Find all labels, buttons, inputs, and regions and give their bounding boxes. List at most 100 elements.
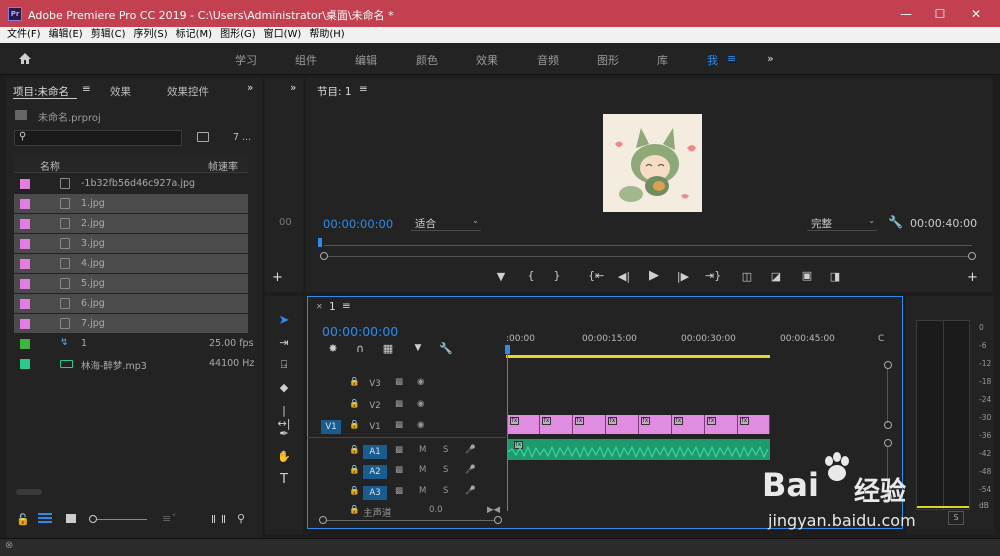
track-name-a3[interactable]: A3: [363, 486, 387, 500]
sequence-tab-title[interactable]: 1: [329, 301, 336, 313]
zoom-slider-track[interactable]: [97, 519, 147, 520]
tab-effect-controls[interactable]: 效果控件: [167, 84, 209, 99]
new-bin-icon[interactable]: [197, 132, 209, 142]
comparison-view-icon[interactable]: ◨: [828, 270, 842, 283]
close-tab-icon[interactable]: ✕: [316, 302, 323, 311]
workspace-tab-graphics[interactable]: 图形: [597, 52, 619, 68]
work-area-bar[interactable]: [506, 355, 770, 358]
project-item-0[interactable]: -1b32fb56d46c927a.jpg: [14, 174, 248, 193]
column-name-header[interactable]: 名称: [40, 158, 60, 173]
workspace-tab-editing[interactable]: 编辑: [355, 52, 377, 68]
audio-clip[interactable]: fx: [508, 439, 770, 460]
timeline-zoom-handle-left[interactable]: [319, 516, 327, 524]
mute-button[interactable]: M: [419, 465, 426, 475]
project-item-2[interactable]: 2.jpg: [14, 214, 248, 233]
sync-lock-icon[interactable]: ▩: [395, 486, 403, 496]
project-item-3[interactable]: 3.jpg: [14, 234, 248, 253]
minimize-button[interactable]: —: [896, 6, 916, 22]
program-add-button[interactable]: +: [967, 270, 978, 285]
audio-vscroll-top-handle[interactable]: [884, 439, 892, 447]
menu-edit[interactable]: 编辑(E): [45, 27, 87, 43]
workspace-tab-effects[interactable]: 效果: [476, 52, 498, 68]
resolution-dropdown[interactable]: 完整 ⌄: [807, 215, 877, 231]
project-hscrollbar[interactable]: [16, 489, 42, 495]
sync-lock-icon[interactable]: ▩: [395, 399, 403, 409]
sync-lock-icon[interactable]: ▩: [395, 377, 403, 387]
zoom-slider-handle[interactable]: [89, 515, 97, 523]
menu-file[interactable]: 文件(F): [0, 27, 45, 43]
tab-effects[interactable]: 效果: [110, 84, 131, 99]
sync-lock-icon[interactable]: ▩: [395, 465, 403, 475]
zoom-handle-left[interactable]: [320, 252, 328, 260]
workspace-tab-assembly[interactable]: 组件: [295, 52, 317, 68]
add-marker-timeline-icon[interactable]: ▼: [411, 343, 425, 353]
add-marker-icon[interactable]: ▼: [494, 270, 508, 283]
track-name-a1[interactable]: A1: [363, 445, 387, 459]
play-button[interactable]: ▶: [647, 268, 661, 283]
home-icon[interactable]: [18, 52, 32, 65]
video-clip-0[interactable]: fx: [508, 415, 540, 434]
timeline-settings-icon[interactable]: 🔧: [439, 342, 453, 355]
settings-wrench-icon[interactable]: 🔧: [888, 215, 903, 229]
video-clip-7[interactable]: fx: [738, 415, 770, 434]
panel-overflow-icon[interactable]: »: [247, 82, 253, 94]
mute-button[interactable]: M: [419, 445, 426, 455]
track-name-v2[interactable]: V2: [365, 399, 385, 413]
track-name-v3[interactable]: V3: [365, 377, 385, 391]
overwrite-icon[interactable]: ◪: [769, 270, 783, 283]
eye-icon[interactable]: ◉: [417, 399, 424, 409]
go-to-out-icon[interactable]: ⇥}: [705, 269, 721, 282]
menu-graphics[interactable]: 图形(G): [216, 27, 260, 43]
video-clip-1[interactable]: fx: [540, 415, 573, 434]
pen-tool-icon[interactable]: ✒: [277, 427, 291, 440]
program-playhead[interactable]: [318, 238, 322, 247]
track-select-tool-icon[interactable]: ⇥: [277, 336, 291, 349]
solo-button[interactable]: S: [443, 445, 448, 455]
workspace-tab-audio[interactable]: 音频: [537, 52, 559, 68]
icon-view-icon[interactable]: [66, 514, 76, 523]
program-ruler[interactable]: [324, 245, 972, 246]
workspace-tab-libraries[interactable]: 库: [657, 52, 668, 68]
maximize-button[interactable]: ☐: [930, 6, 950, 22]
source-add-button[interactable]: +: [272, 270, 283, 285]
eye-icon[interactable]: ◉: [417, 377, 424, 387]
video-clip-5[interactable]: fx: [672, 415, 705, 434]
sort-icons-icon[interactable]: ≡˅: [162, 512, 177, 525]
automate-to-sequence-icon[interactable]: [212, 515, 225, 523]
tab-project[interactable]: 项目:未命名: [13, 84, 69, 99]
menu-sequence[interactable]: 序列(S): [129, 27, 171, 43]
video-vscroll-bottom-handle[interactable]: [884, 421, 892, 429]
microphone-icon[interactable]: 🎤: [465, 486, 476, 496]
lock-icon[interactable]: 🔒: [349, 465, 360, 475]
mark-in-icon[interactable]: {: [524, 269, 538, 282]
timeline-zoom-handle-right[interactable]: [494, 516, 502, 524]
video-clip-2[interactable]: fx: [573, 415, 606, 434]
mute-button[interactable]: M: [419, 486, 426, 496]
eye-icon[interactable]: ◉: [417, 420, 424, 430]
video-clip-6[interactable]: fx: [705, 415, 738, 434]
lock-icon[interactable]: 🔒: [349, 420, 360, 430]
export-frame-icon[interactable]: ▣: [800, 269, 814, 282]
solo-button[interactable]: S: [443, 486, 448, 496]
video-clip-4[interactable]: fx: [639, 415, 672, 434]
search-input[interactable]: [14, 130, 182, 146]
video-vscroll-top-handle[interactable]: [884, 361, 892, 369]
project-item-sequence[interactable]: ↯ 1 25.00 fps: [14, 334, 254, 353]
lock-icon[interactable]: 🔒: [349, 399, 360, 409]
sync-lock-icon[interactable]: ▩: [395, 445, 403, 455]
go-to-end-icon[interactable]: ▶◀: [487, 505, 500, 515]
project-item-audio[interactable]: 林海-醉梦.mp3 44100 Hz: [14, 354, 254, 373]
program-menu-icon[interactable]: ≡: [359, 83, 368, 95]
lock-icon[interactable]: 🔒: [349, 505, 360, 515]
menu-clip[interactable]: 剪辑(C): [87, 27, 130, 43]
track-name-a2[interactable]: A2: [363, 465, 387, 479]
project-item-1[interactable]: 1.jpg: [14, 194, 248, 213]
workspace-tab-learn[interactable]: 学习: [235, 52, 257, 68]
program-playhead-timecode[interactable]: 00:00:00:00: [323, 217, 393, 231]
timeline-timecode[interactable]: 00:00:00:00: [322, 324, 398, 339]
fit-dropdown[interactable]: 适合 ⌄: [411, 215, 481, 231]
go-to-in-icon[interactable]: {⇤: [588, 269, 604, 282]
workspace-menu-icon[interactable]: ≡: [727, 52, 736, 65]
program-zoom-bar[interactable]: [324, 256, 972, 257]
microphone-icon[interactable]: 🎤: [465, 465, 476, 475]
